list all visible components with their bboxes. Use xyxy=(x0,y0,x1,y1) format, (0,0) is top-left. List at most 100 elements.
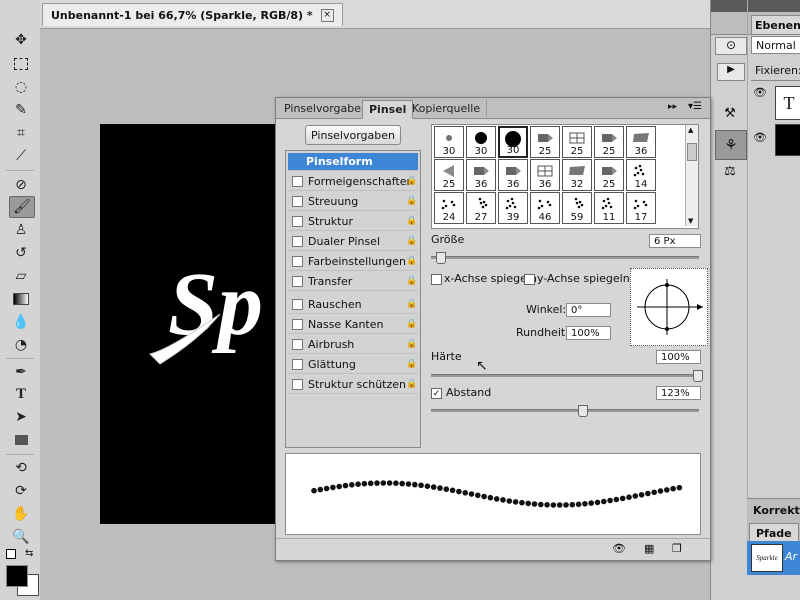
lock-icon[interactable]: 🔒 xyxy=(406,176,417,186)
type-tool-icon[interactable]: T xyxy=(9,384,33,404)
tab-clone-source[interactable]: Kopierquelle xyxy=(406,100,488,117)
spot-healing-tool-icon[interactable]: ⊘ xyxy=(9,175,33,195)
3d-orbit-tool-icon[interactable]: ⟳ xyxy=(9,481,33,501)
tip-grid-scrollbar[interactable]: ▲ ▼ xyxy=(685,125,698,226)
brush-tip-cell[interactable]: 36 xyxy=(498,159,528,191)
brush-option-3[interactable]: Struktur 🔒 xyxy=(288,213,418,231)
brush-tip-cell[interactable]: 25 xyxy=(594,126,624,158)
brush-tip-cell[interactable]: 46 xyxy=(530,192,560,224)
flip-x-checkbox[interactable] xyxy=(431,274,442,285)
brush-option-checkbox[interactable] xyxy=(292,196,303,207)
brush-option-checkbox[interactable] xyxy=(292,299,303,310)
toggle-live-tip-icon[interactable]: 👁 xyxy=(612,542,626,555)
move-tool-icon[interactable]: ✥ xyxy=(9,30,33,50)
size-slider[interactable] xyxy=(431,252,699,264)
scroll-down-icon[interactable]: ▼ xyxy=(688,217,693,225)
lock-icon[interactable]: 🔒 xyxy=(406,379,417,389)
lock-icon[interactable]: 🔒 xyxy=(406,276,417,286)
layer-visibility-eye-icon-2[interactable]: 👁 xyxy=(753,131,767,144)
brush-option-checkbox[interactable] xyxy=(292,379,303,390)
blur-tool-icon[interactable]: 💧 xyxy=(9,312,33,332)
brush-grid-icon[interactable]: ▦ xyxy=(644,542,654,555)
hardness-field[interactable]: 100% xyxy=(656,350,701,364)
tab-paths[interactable]: Pfade xyxy=(749,523,799,542)
flip-y-checkbox[interactable] xyxy=(524,274,535,285)
brush-option-checkbox[interactable] xyxy=(292,176,303,187)
marquee-tool-icon[interactable] xyxy=(9,54,33,74)
hardness-slider-thumb[interactable] xyxy=(693,370,703,382)
brush-option-checkbox[interactable] xyxy=(292,256,303,267)
angle-roundness-widget[interactable] xyxy=(630,268,708,346)
brush-option-8[interactable]: Nasse Kanten 🔒 xyxy=(288,316,418,334)
brush-tip-grid[interactable]: ▲ ▼ 30 30 30 25 25 25 36 25 36 36 36 32 25 14 24 27 39 46… xyxy=(431,124,699,229)
brush-tip-cell[interactable]: 25 xyxy=(594,159,624,191)
tab-layers[interactable]: Ebenen xyxy=(751,15,800,34)
path-selection-tool-icon[interactable]: ➤ xyxy=(9,407,33,427)
hand-tool-icon[interactable]: ✋ xyxy=(9,504,33,524)
history-brush-tool-icon[interactable]: ↺ xyxy=(9,243,33,263)
brush-tip-cell[interactable]: 25 xyxy=(562,126,592,158)
lock-icon[interactable]: 🔒 xyxy=(406,299,417,309)
brush-tip-cell[interactable]: 11 xyxy=(594,192,624,224)
brush-option-1[interactable]: Formeigenschaften 🔒 xyxy=(288,173,418,191)
document-canvas[interactable]: Sp xyxy=(100,124,276,524)
mini-bridge-icon[interactable]: ⊙ xyxy=(715,37,747,55)
brush-option-6[interactable]: Transfer 🔒 xyxy=(288,273,418,291)
brush-tool-icon[interactable]: 🖌 xyxy=(9,196,35,218)
brush-tip-cell[interactable]: 36 xyxy=(626,126,656,158)
brush-tip-cell[interactable]: 39 xyxy=(498,192,528,224)
lasso-tool-icon[interactable]: ◌ xyxy=(9,77,33,97)
gradient-tool-icon[interactable] xyxy=(9,289,33,309)
lock-icon[interactable]: 🔒 xyxy=(406,359,417,369)
scroll-up-icon[interactable]: ▲ xyxy=(688,126,693,134)
lock-icon[interactable]: 🔒 xyxy=(406,216,417,226)
size-field[interactable]: 6 Px xyxy=(649,234,701,248)
spacing-checkbox[interactable]: ✓ xyxy=(431,388,442,399)
rectangle-tool-icon[interactable] xyxy=(9,430,33,450)
brush-tip-cell[interactable]: 30 xyxy=(498,126,528,158)
hardness-slider[interactable] xyxy=(431,370,703,382)
brush-tip-cell[interactable]: 32 xyxy=(562,159,592,191)
brush-tip-cell[interactable]: 25 xyxy=(434,159,464,191)
brush-option-checkbox[interactable] xyxy=(292,236,303,247)
brush-option-7[interactable]: Rauschen 🔒 xyxy=(288,296,418,314)
path-row[interactable]: Sparkle Ar xyxy=(747,541,800,575)
brush-option-11[interactable]: Struktur schützen 🔒 xyxy=(288,376,418,394)
foreground-color-swatch[interactable] xyxy=(6,565,28,587)
swap-colors-icon[interactable]: ⇆ xyxy=(25,548,33,559)
quick-selection-tool-icon[interactable]: ✎ xyxy=(9,100,33,120)
document-tab[interactable]: Unbenannt-1 bei 66,7% (Sparkle, RGB/8) *… xyxy=(42,3,343,26)
brush-tip-cell[interactable]: 30 xyxy=(466,126,496,158)
tab-brush-presets[interactable]: Pinselvorgaben xyxy=(278,100,375,117)
brush-option-checkbox[interactable] xyxy=(292,276,303,287)
brush-option-5[interactable]: Farbeinstellungen 🔒 xyxy=(288,253,418,271)
lock-icon[interactable]: 🔒 xyxy=(406,319,417,329)
brush-option-checkbox[interactable] xyxy=(292,216,303,227)
lock-icon[interactable]: 🔒 xyxy=(406,196,417,206)
brush-tip-cell[interactable]: 36 xyxy=(466,159,496,191)
angle-field[interactable]: 0° xyxy=(566,303,611,317)
zoom-tool-icon[interactable]: 🔍 xyxy=(9,527,33,547)
collapse-panel-icon[interactable]: ▸▸ xyxy=(668,102,677,112)
brush-tip-cell[interactable]: 25 xyxy=(530,126,560,158)
brush-tip-cell[interactable]: 24 xyxy=(434,192,464,224)
default-colors-icon[interactable] xyxy=(6,549,16,559)
spacing-slider-thumb[interactable] xyxy=(578,405,588,417)
tab-corrections[interactable]: Korrektur xyxy=(747,498,800,521)
background-layer-thumbnail[interactable] xyxy=(775,124,800,156)
dodge-tool-icon[interactable]: ◔ xyxy=(9,335,33,355)
new-brush-icon[interactable]: ❐ xyxy=(672,542,682,555)
brush-option-checkbox[interactable] xyxy=(292,319,303,330)
brush-option-2[interactable]: Streuung 🔒 xyxy=(288,193,418,211)
spacing-field[interactable]: 123% xyxy=(656,386,701,400)
brush-panel-icon[interactable]: ⚘ xyxy=(715,130,747,160)
blend-mode-select[interactable]: Normal xyxy=(751,36,800,54)
brush-tip-cell[interactable]: 17 xyxy=(626,192,656,224)
layer-visibility-eye-icon[interactable]: 👁 xyxy=(753,86,767,99)
scroll-thumb[interactable] xyxy=(687,143,697,161)
lock-icon[interactable]: 🔒 xyxy=(406,339,417,349)
clone-stamp-tool-icon[interactable]: ♙ xyxy=(9,220,33,240)
spacing-slider[interactable] xyxy=(431,405,699,417)
roundness-field[interactable]: 100% xyxy=(566,326,611,340)
eyedropper-tool-icon[interactable]: ⟋ xyxy=(9,146,33,166)
